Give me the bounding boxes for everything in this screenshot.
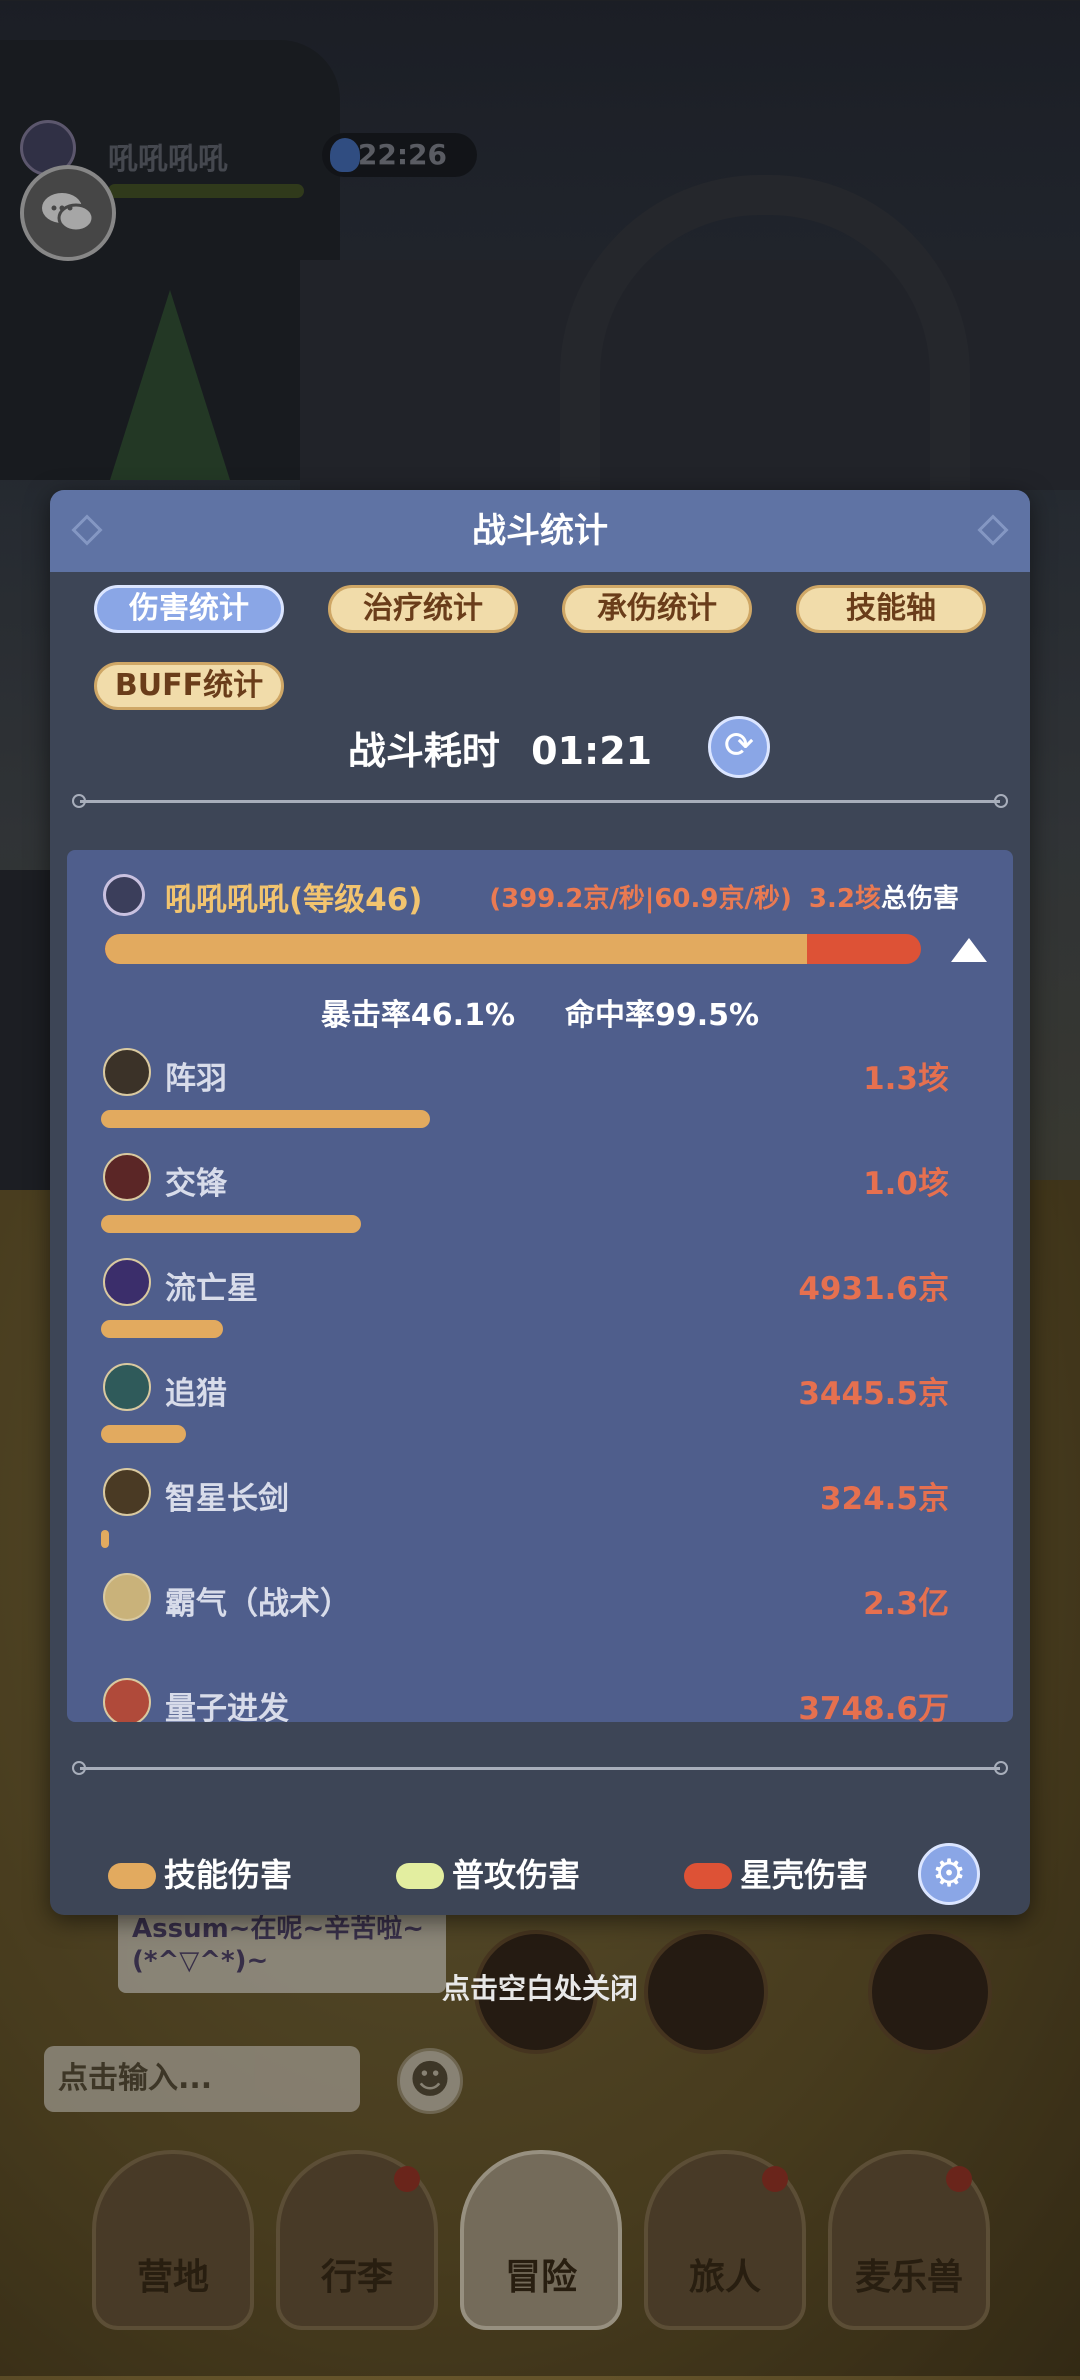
skill-row: 智星长剑 324.5京 [67, 1468, 1013, 1573]
skill-row: 量子进发 3748.6万 [67, 1678, 1013, 1722]
skill-row: 交锋 1.0垓 [67, 1153, 1013, 1258]
skill-damage-bar [101, 1110, 430, 1128]
skill-damage-bar [101, 1320, 223, 1338]
rates-row: 暴击率46.1% 命中率99.5% [67, 990, 1013, 1034]
skill-row: 阵羽 1.3垓 [67, 1048, 1013, 1153]
skill-damage-value: 4931.6京 [798, 1271, 949, 1307]
duration-value: 01:21 [531, 729, 653, 773]
skill-damage-fill [105, 934, 807, 964]
refresh-icon[interactable]: ⟳ [708, 716, 770, 778]
diamond-ornament-icon [977, 514, 1009, 546]
player-dps: (399.2京/秒|60.9京/秒) 3.2垓总伤害 [489, 878, 959, 915]
legend-shell-damage: 星壳伤害 [740, 1856, 869, 1894]
total-damage: 3.2垓 [808, 884, 881, 914]
tab-damage[interactable]: 伤害统计 [94, 585, 284, 633]
player-name-level: 吼吼吼吼(等级46) [165, 882, 423, 918]
sword-icon [103, 1468, 151, 1516]
tab-damage-taken[interactable]: 承伤统计 [562, 585, 752, 633]
legend-swatch-skill [108, 1863, 156, 1889]
skill-damage-value: 3748.6万 [798, 1691, 949, 1722]
dark-feather-icon [103, 1048, 151, 1096]
skill-name: 霸气（战术） [165, 1586, 351, 1622]
skill-damage-value: 3445.5京 [798, 1376, 949, 1412]
crit-rate: 暴击率46.1% [320, 998, 515, 1033]
skill-name: 交锋 [165, 1166, 227, 1202]
divider [72, 794, 1008, 808]
tab-skill-timeline[interactable]: 技能轴 [796, 585, 986, 633]
skill-row: 流亡星 4931.6京 [67, 1258, 1013, 1363]
damage-stats-panel[interactable]: 吼吼吼吼(等级46) (399.2京/秒|60.9京/秒) 3.2垓总伤害 暴击… [67, 850, 1013, 1722]
skill-damage-bar [101, 1215, 361, 1233]
skill-damage-value: 1.3垓 [863, 1061, 949, 1097]
skill-name: 追猎 [165, 1376, 227, 1412]
skill-name: 量子进发 [165, 1691, 289, 1722]
tab-buff[interactable]: BUFF统计 [94, 662, 284, 710]
close-hint: 点击空白处关闭 [441, 1972, 638, 2005]
skill-damage-value: 324.5京 [819, 1481, 949, 1517]
crossed-blades-icon [103, 1153, 151, 1201]
gear-icon[interactable]: ⚙ [918, 1843, 980, 1905]
legend-swatch-normal [396, 1863, 444, 1889]
golden-wing-icon [103, 1573, 151, 1621]
skill-row: 霸气（战术） 2.3亿 [67, 1573, 1013, 1678]
skill-name: 流亡星 [165, 1271, 258, 1307]
tab-healing[interactable]: 治疗统计 [328, 585, 518, 633]
legend-skill-damage: 技能伤害 [164, 1856, 293, 1894]
dps-detail: (399.2京/秒|60.9京/秒) [489, 884, 792, 914]
skill-damage-bar [101, 1425, 186, 1443]
player-class-icon [103, 874, 145, 916]
skill-damage-bar [101, 1530, 109, 1548]
collapse-triangle-icon[interactable] [951, 938, 987, 962]
total-damage-bar [105, 934, 921, 964]
skill-damage-value: 1.0垓 [863, 1166, 949, 1202]
dialog-title: 战斗统计 [472, 511, 608, 551]
skill-row: 追猎 3445.5京 [67, 1363, 1013, 1468]
target-icon [103, 1363, 151, 1411]
battle-duration: 战斗耗时 01:21 [50, 720, 950, 775]
quantum-icon [103, 1678, 151, 1722]
dialog-header: 战斗统计 [50, 490, 1030, 572]
duration-label: 战斗耗时 [347, 729, 500, 773]
legend-swatch-shell [684, 1863, 732, 1889]
purple-star-icon [103, 1258, 151, 1306]
total-damage-label: 总伤害 [880, 884, 959, 914]
battle-stats-dialog: 战斗统计 伤害统计 治疗统计 承伤统计 技能轴 BUFF统计 战斗耗时 01:2… [50, 490, 1030, 1915]
skill-name: 智星长剑 [165, 1481, 289, 1517]
diamond-ornament-icon [71, 514, 103, 546]
legend-normal-damage: 普攻伤害 [452, 1856, 581, 1894]
skill-damage-value: 2.3亿 [863, 1586, 949, 1622]
divider [72, 1761, 1008, 1775]
skill-name: 阵羽 [165, 1061, 227, 1097]
hit-rate: 命中率99.5% [565, 998, 760, 1033]
